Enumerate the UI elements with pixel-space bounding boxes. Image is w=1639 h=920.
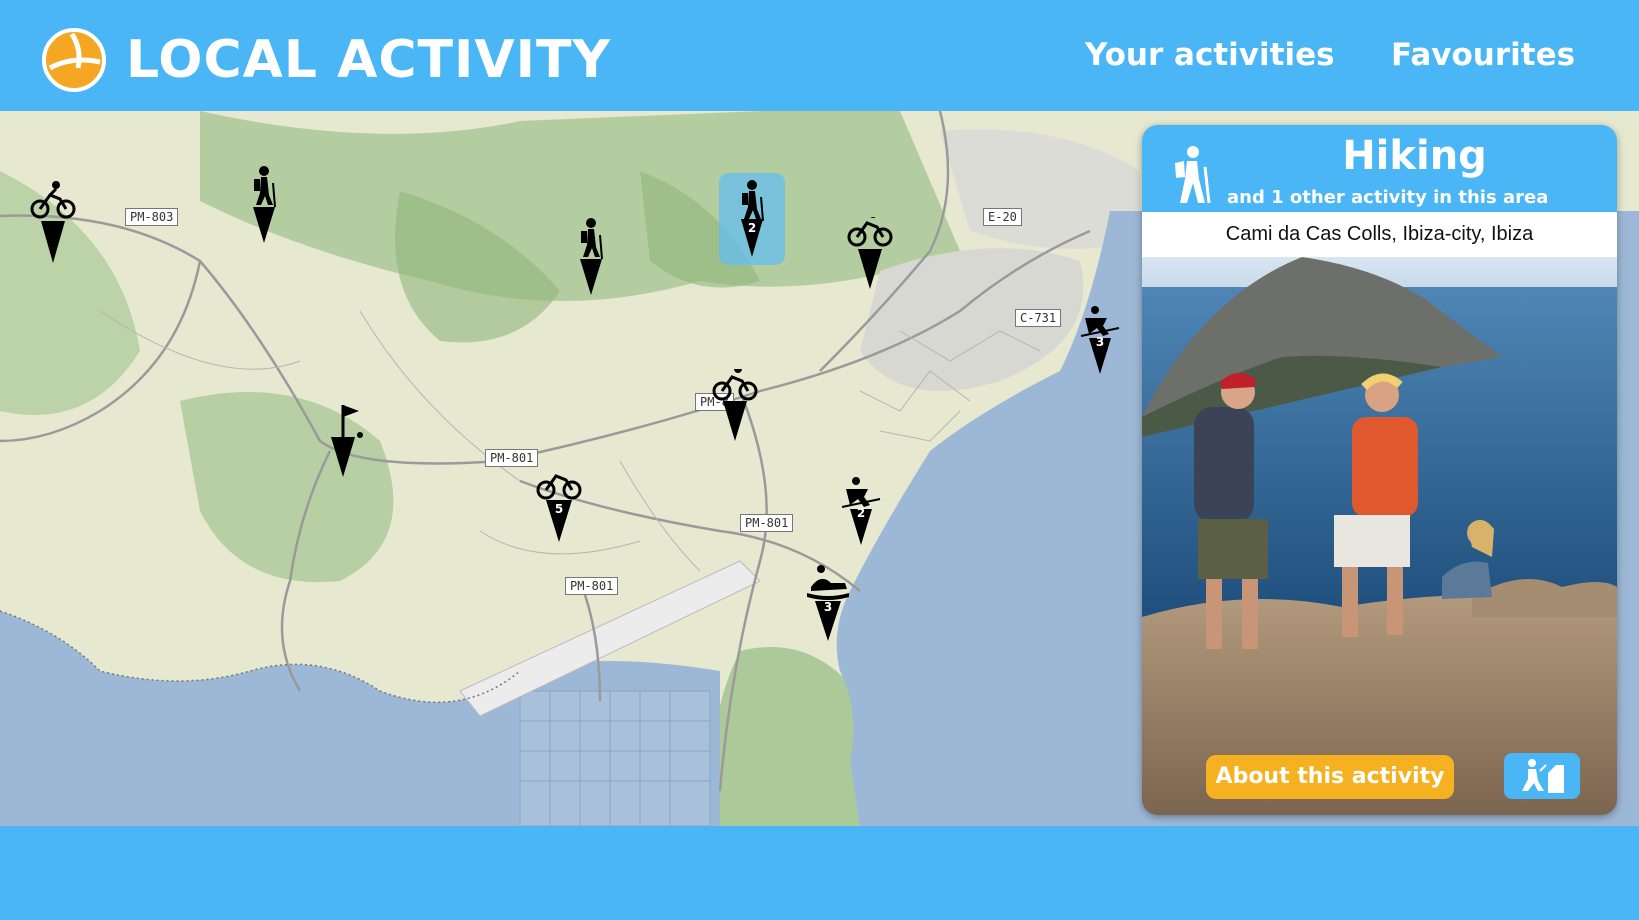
footer-bar xyxy=(0,826,1639,920)
marker-count: 2 xyxy=(856,506,866,520)
marker-count: 2 xyxy=(747,221,757,235)
cycling-icon xyxy=(847,210,893,289)
map-marker-hiking[interactable] xyxy=(564,217,618,307)
road-label: PM-801 xyxy=(565,577,619,595)
card-header: Hiking and 1 other activity in this area xyxy=(1142,125,1617,212)
map-marker-cycling[interactable] xyxy=(843,210,897,307)
card-address: Cami da Cas Colls, Ibiza-city, Ibiza xyxy=(1142,212,1617,257)
cycling-icon xyxy=(712,365,758,441)
activity-photo xyxy=(1142,257,1617,815)
hiking-icon xyxy=(253,166,276,243)
cycling-icon xyxy=(30,181,76,263)
map-marker-hiking[interactable] xyxy=(237,165,291,255)
road-label: PM-801 xyxy=(740,514,794,532)
header: LOCAL ACTIVITY Your activities Favourite… xyxy=(0,0,1639,111)
map-marker-golf[interactable] xyxy=(319,405,373,495)
card-subtitle[interactable]: and 1 other activity in this area xyxy=(1227,187,1548,208)
golf-icon xyxy=(331,405,363,477)
road-label: E-20 xyxy=(983,208,1022,226)
map-marker-cycling[interactable] xyxy=(708,365,762,459)
road-label: PM-803 xyxy=(125,208,179,226)
nav-your-activities[interactable]: Your activities xyxy=(1085,37,1335,73)
hiking-icon xyxy=(741,180,764,257)
sun-logo-icon[interactable] xyxy=(42,28,106,92)
cycling-icon xyxy=(536,464,582,542)
road-label: PM-801 xyxy=(485,449,539,467)
activity-card[interactable]: Hiking and 1 other activity in this area… xyxy=(1142,125,1617,815)
nav-favourites[interactable]: Favourites xyxy=(1391,37,1575,73)
climbing-icon xyxy=(1522,759,1564,793)
surfing-icon xyxy=(1080,306,1120,374)
map-marker-surfing[interactable]: 3 xyxy=(1073,304,1127,394)
map-marker-cycling[interactable]: 5 xyxy=(532,464,586,562)
marker-count: 5 xyxy=(554,502,564,516)
map-marker-cycling[interactable] xyxy=(26,179,80,269)
app-title: LOCAL ACTIVITY xyxy=(126,30,612,90)
about-activity-button[interactable]: About this activity xyxy=(1206,755,1454,799)
road-label: C-731 xyxy=(1015,309,1062,327)
climbing-badge-button[interactable] xyxy=(1504,753,1580,799)
card-title: Hiking xyxy=(1342,133,1487,179)
marker-count: 3 xyxy=(1095,335,1105,349)
marker-count: 3 xyxy=(823,600,833,614)
map-marker-rafting[interactable]: 3 xyxy=(801,565,855,655)
hiking-icon xyxy=(580,218,603,295)
map-marker-hiking-selected[interactable]: 2 xyxy=(719,173,785,265)
surfing-icon xyxy=(841,477,881,545)
map-marker-surfing[interactable]: 2 xyxy=(834,475,888,565)
